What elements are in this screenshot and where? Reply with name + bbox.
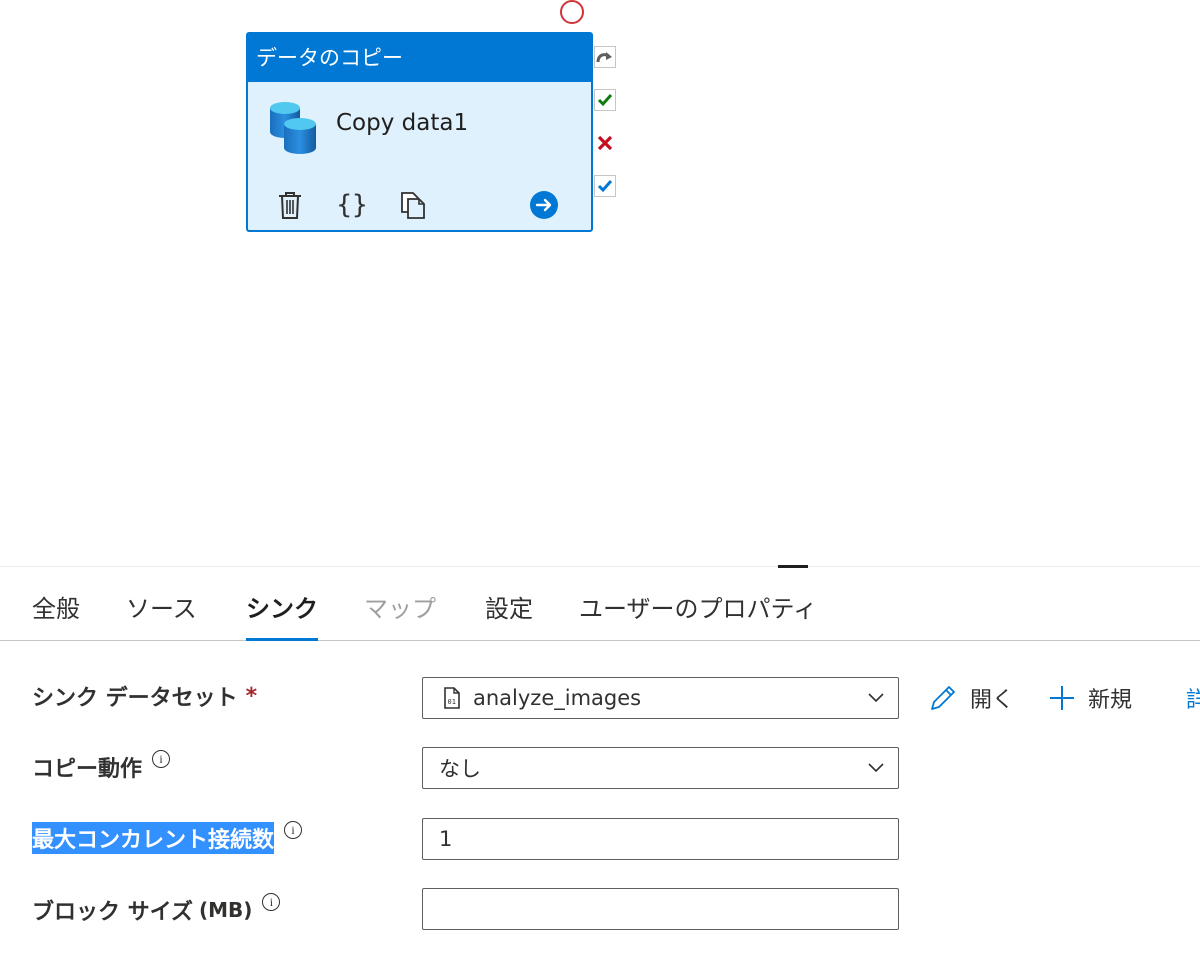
code-braces-icon[interactable]: {} — [334, 188, 370, 222]
redo-arrow-icon[interactable] — [594, 46, 616, 68]
copy-behavior-label-text: コピー動作 — [32, 757, 143, 782]
plus-icon — [1048, 684, 1076, 712]
sink-dataset-label: シンク データセット * — [32, 676, 257, 716]
copy-behavior-select[interactable]: なし — [422, 747, 899, 789]
sink-dataset-value: analyze_images — [473, 686, 642, 710]
run-arrow-icon[interactable] — [528, 188, 560, 222]
open-label: 開く — [970, 688, 1015, 713]
block-size-unit: (MB) — [199, 898, 253, 922]
block-size-label-text: ブロック サイズ — [32, 900, 193, 925]
activity-body: Copy data1 {} — [248, 82, 591, 230]
pencil-icon — [928, 683, 958, 713]
max-concurrent-label-text: 最大コンカレント接続数 — [32, 822, 275, 854]
dependency-connectors — [594, 46, 620, 218]
sink-dataset-select[interactable]: 01 analyze_images — [422, 677, 899, 719]
tab-user-properties[interactable]: ユーザーのプロパティ — [579, 567, 817, 640]
activity-name: Copy data1 — [336, 110, 469, 136]
failure-x-icon[interactable] — [594, 132, 616, 154]
max-concurrent-value: 1 — [439, 827, 453, 851]
copy-behavior-label: コピー動作 i — [32, 747, 171, 787]
connection-handle[interactable] — [560, 0, 584, 24]
chevron-down-icon — [854, 693, 898, 703]
tab-general[interactable]: 全般 — [32, 567, 80, 640]
open-dataset-button[interactable]: 開く — [928, 678, 1014, 718]
tab-source[interactable]: ソース — [126, 567, 197, 640]
clone-icon[interactable] — [396, 188, 430, 222]
required-mark: * — [245, 683, 258, 709]
copy-data-activity[interactable]: データのコピー Copy data1 {} — [246, 32, 593, 232]
sink-dataset-label-text: シンク データセット — [32, 686, 238, 711]
new-dataset-button[interactable]: 新規 — [1048, 678, 1132, 718]
max-concurrent-label: 最大コンカレント接続数 i — [32, 818, 303, 858]
tab-settings[interactable]: 設定 — [485, 567, 533, 640]
chevron-down-icon — [854, 763, 898, 773]
block-size-input[interactable] — [422, 888, 899, 930]
pipeline-canvas[interactable]: データのコピー Copy data1 {} — [0, 0, 1200, 565]
info-icon[interactable]: i — [284, 821, 303, 839]
info-icon[interactable]: i — [152, 750, 171, 768]
properties-tabs: 全般 ソース シンク マップ 設定 ユーザーのプロパティ — [0, 567, 1200, 641]
new-label: 新規 — [1088, 688, 1133, 713]
svg-text:01: 01 — [448, 698, 456, 706]
max-concurrent-input[interactable]: 1 — [422, 818, 899, 860]
copy-behavior-value: なし — [439, 757, 481, 781]
block-size-label: ブロック サイズ (MB) i — [32, 890, 281, 930]
success-check-icon[interactable] — [594, 89, 616, 111]
delete-icon[interactable] — [274, 188, 306, 222]
database-icon — [268, 100, 318, 160]
completion-check-icon[interactable] — [594, 175, 616, 197]
tab-sink[interactable]: シンク — [246, 567, 318, 641]
tab-mapping[interactable]: マップ — [364, 567, 436, 640]
more-action-button[interactable]: 詳 — [1186, 678, 1200, 718]
info-icon[interactable]: i — [262, 893, 281, 911]
activity-type-label: データのコピー — [248, 34, 591, 82]
